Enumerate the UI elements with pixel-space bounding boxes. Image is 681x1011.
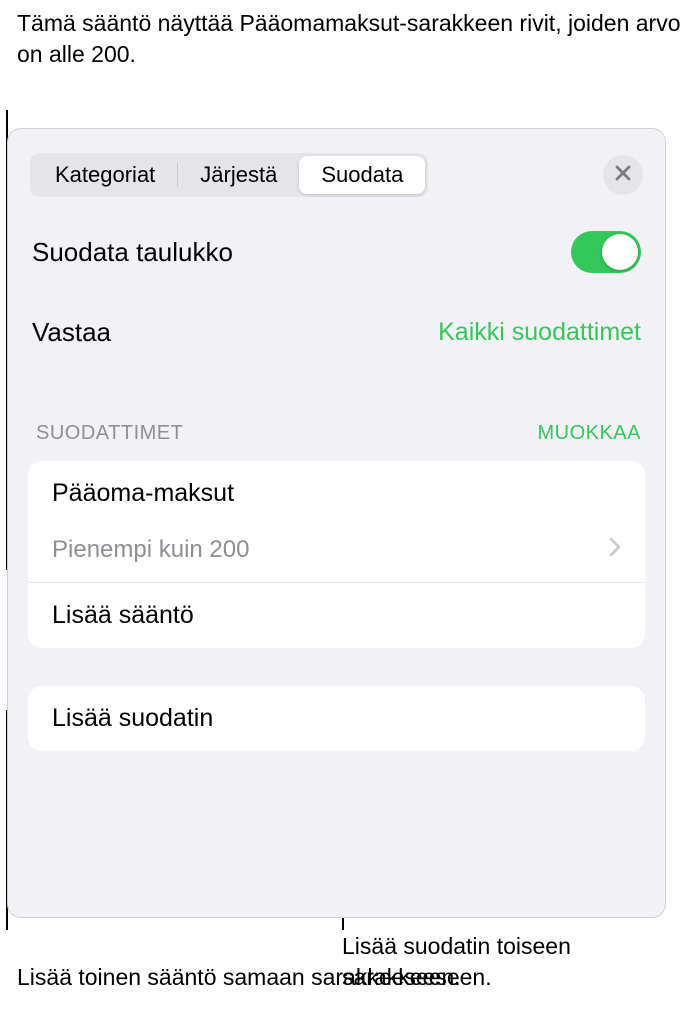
filter-card: Pääoma-maksut Pienempi kuin 200 Lisää sä… (28, 461, 645, 648)
tab-sort[interactable]: Järjestä (178, 156, 299, 194)
filter-column-name: Pääoma-maksut (28, 461, 645, 522)
filters-section-header: SUODATTIMET MUOKKAA (8, 382, 665, 455)
match-label: Vastaa (32, 317, 111, 348)
filter-condition-row[interactable]: Pienempi kuin 200 (28, 522, 645, 583)
filter-table-row: Suodata taulukko (8, 213, 665, 301)
tab-filter[interactable]: Suodata (299, 156, 425, 194)
close-icon (614, 164, 632, 187)
filter-table-label: Suodata taulukko (32, 237, 233, 268)
callout-bottom-right: Lisää suodatin toiseen sarakkeeseen. (342, 931, 681, 993)
add-filter-button[interactable]: Lisää suodatin (28, 686, 645, 751)
close-button[interactable] (603, 155, 643, 195)
filter-condition-text: Pienempi kuin 200 (52, 536, 249, 564)
add-filter-card: Lisää suodatin (28, 686, 645, 751)
edit-button[interactable]: MUOKKAA (537, 422, 641, 445)
filter-table-toggle[interactable] (571, 231, 641, 273)
match-row[interactable]: Vastaa Kaikki suodattimet (8, 301, 665, 382)
add-rule-button[interactable]: Lisää sääntö (28, 583, 645, 648)
tab-categories[interactable]: Kategoriat (33, 156, 177, 194)
panel-topbar: Kategoriat Järjestä Suodata (8, 129, 665, 213)
filter-panel: Kategoriat Järjestä Suodata Suodata taul… (7, 128, 666, 918)
callout-top: Tämä sääntö näyttää Pääomamaksut-sarakke… (17, 8, 681, 70)
toggle-knob (602, 234, 638, 270)
segmented-control: Kategoriat Järjestä Suodata (30, 153, 428, 197)
filters-section-title: SUODATTIMET (36, 422, 183, 445)
chevron-right-icon (609, 536, 621, 564)
match-value: Kaikki suodattimet (438, 318, 641, 347)
